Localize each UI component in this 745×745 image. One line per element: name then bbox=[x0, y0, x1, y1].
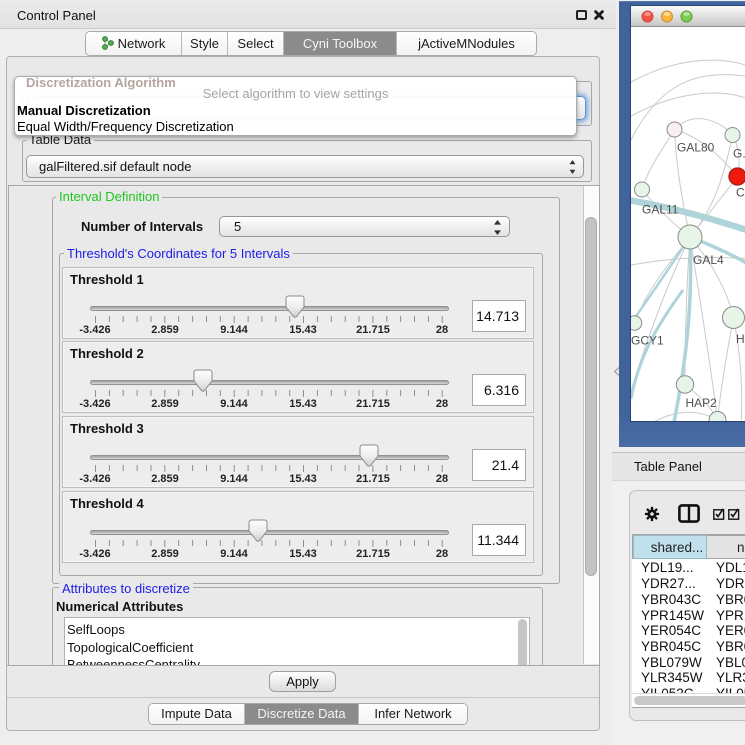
svg-text:G.: G. bbox=[733, 147, 745, 161]
svg-text:GAL4: GAL4 bbox=[693, 253, 724, 267]
svg-text:GAL11: GAL11 bbox=[642, 202, 679, 216]
svg-text:GAL80: GAL80 bbox=[677, 141, 715, 155]
svg-text:C: C bbox=[736, 186, 745, 200]
svg-text:H: H bbox=[736, 332, 745, 346]
svg-text:GCY1: GCY1 bbox=[631, 334, 664, 348]
svg-text:HAP2: HAP2 bbox=[686, 396, 718, 410]
